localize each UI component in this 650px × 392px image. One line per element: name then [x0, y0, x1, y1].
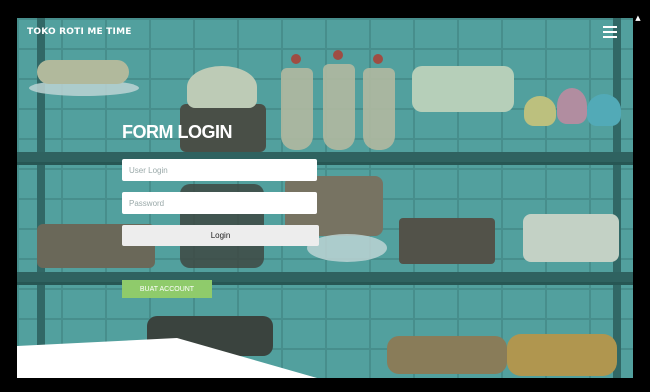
- bottom-wave-decoration: [17, 338, 317, 378]
- scroll-up-icon[interactable]: ▲: [634, 14, 642, 22]
- brand-logo-text[interactable]: TOKO ROTI ME TIME: [27, 27, 132, 37]
- form-title: FORM LOGIN: [122, 122, 233, 142]
- create-account-button[interactable]: BUAT ACCOUNT: [122, 280, 212, 298]
- username-input[interactable]: [122, 159, 317, 181]
- password-input[interactable]: [122, 192, 317, 214]
- window-frame: ▲ TOKO ROTI ME TIME FORM LOGIN User Logi…: [0, 0, 650, 392]
- login-button[interactable]: Login: [122, 225, 319, 246]
- page-viewport: TOKO ROTI ME TIME FORM LOGIN Login BUAT …: [17, 18, 633, 378]
- hamburger-menu-icon[interactable]: [603, 26, 617, 38]
